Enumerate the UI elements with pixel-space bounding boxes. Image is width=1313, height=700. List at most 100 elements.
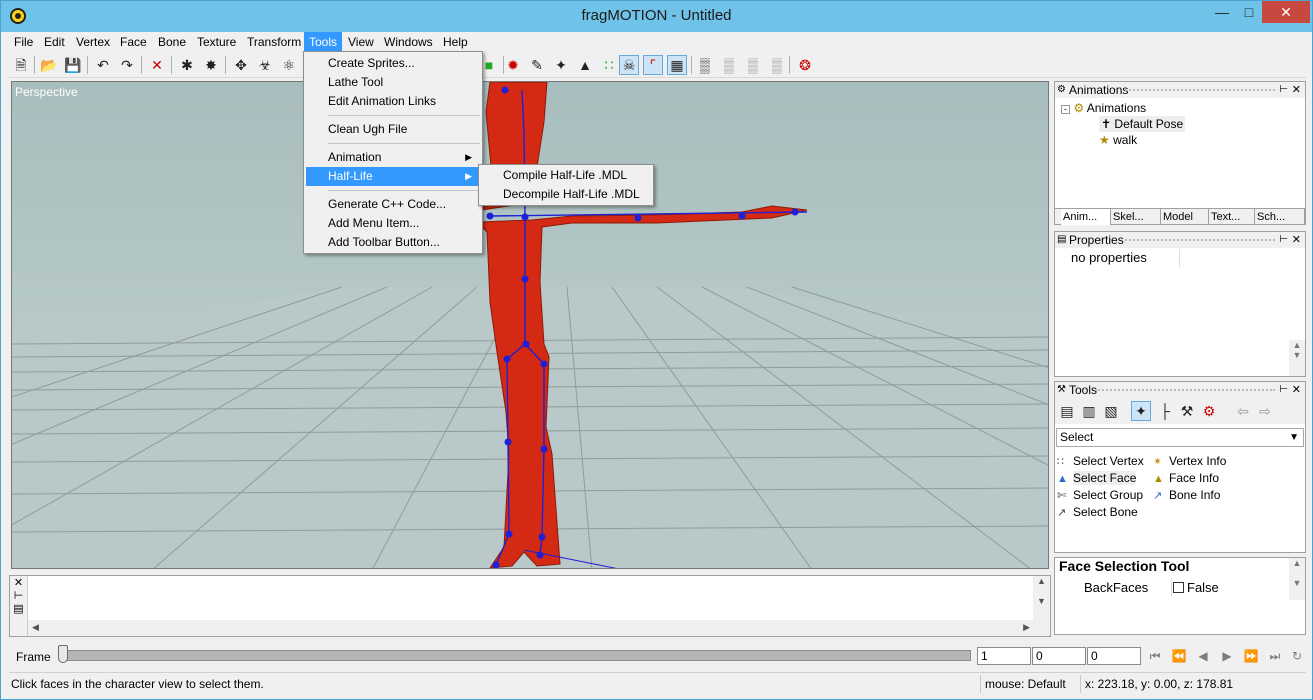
back-arrow-icon[interactable]: ⇦	[1233, 401, 1253, 421]
pin-icon[interactable]: ⊢	[1279, 232, 1288, 248]
bone-info-tool[interactable]: ↗ Bone Info	[1153, 487, 1220, 504]
forward-arrow-icon[interactable]: ⇨	[1255, 401, 1275, 421]
deselect-tool-icon[interactable]: ✸	[201, 55, 221, 75]
face-snap-icon[interactable]: ▲	[575, 55, 595, 75]
minimize-button[interactable]: —	[1208, 1, 1236, 23]
backfaces-checkbox[interactable]	[1173, 582, 1184, 593]
frame-current-field[interactable]: 1	[977, 647, 1031, 665]
go-to-end-icon[interactable]: ⏭	[1265, 647, 1285, 665]
menu-clean-ugh-file[interactable]: Clean Ugh File	[306, 120, 480, 139]
tab-model[interactable]: Model	[1161, 209, 1209, 225]
axis-toggle-icon[interactable]: ⌜	[643, 55, 663, 75]
panel-close-icon[interactable]: ✕	[1292, 382, 1301, 398]
menu-tools[interactable]: Tools	[304, 32, 343, 52]
mesh-icon[interactable]: ▒	[695, 55, 715, 75]
menu-transform[interactable]: Transform	[242, 32, 306, 52]
tab-texture[interactable]: Text...	[1209, 209, 1255, 225]
menu-texture[interactable]: Texture	[192, 32, 241, 52]
menu-half-life[interactable]: Half-Life ▶	[306, 167, 480, 186]
menu-vertex[interactable]: Vertex	[71, 32, 115, 52]
select-face-tool[interactable]: ▲ Select Face	[1057, 470, 1137, 487]
tool-category-icon-1[interactable]: ▤	[1057, 401, 1077, 421]
menu-animation[interactable]: Animation ▶	[306, 148, 480, 167]
rewind-icon[interactable]: ⏪	[1169, 647, 1189, 665]
log-close-icon[interactable]: ✕	[10, 576, 27, 589]
close-button[interactable]: ✕	[1262, 1, 1310, 23]
tree-item-default-pose[interactable]: ✝ Default Pose	[1099, 116, 1186, 132]
menu-add-menu-item[interactable]: Add Menu Item...	[306, 214, 480, 233]
mesh-icon-2[interactable]: ▒	[719, 55, 739, 75]
vertex-snap-icon[interactable]: ✦	[551, 55, 571, 75]
save-icon[interactable]: 💾	[63, 55, 83, 75]
scroll-left-icon[interactable]: ◀	[32, 622, 39, 633]
render-icon[interactable]: ❂	[795, 55, 815, 75]
menu-generate-cpp-code[interactable]: Generate C++ Code...	[306, 195, 480, 214]
menu-compile-half-life-mdl[interactable]: Compile Half-Life .MDL	[481, 166, 651, 185]
scroll-right-icon[interactable]: ▶	[1023, 622, 1030, 633]
tool-category-icon-2[interactable]: ▥	[1079, 401, 1099, 421]
tab-schematic[interactable]: Sch...	[1255, 209, 1305, 225]
perspective-viewport[interactable]: Perspective	[11, 81, 1049, 569]
texture-edit-icon[interactable]: ✎	[527, 55, 547, 75]
vertex-info-tool[interactable]: ✴ Vertex Info	[1153, 453, 1226, 470]
menu-decompile-half-life-mdl[interactable]: Decompile Half-Life .MDL	[481, 185, 651, 204]
target-icon[interactable]: ✹	[503, 55, 523, 75]
tree-root-animations[interactable]: - ⚙ Animations	[1061, 100, 1146, 116]
menu-add-toolbar-button[interactable]: Add Toolbar Button...	[306, 233, 480, 252]
select-group-tool[interactable]: ✄ Select Group	[1057, 487, 1143, 504]
redo-icon[interactable]: ↷	[117, 55, 137, 75]
menu-bone[interactable]: Bone	[153, 32, 191, 52]
menu-view[interactable]: View	[343, 32, 379, 52]
fast-forward-icon[interactable]: ⏩	[1241, 647, 1261, 665]
points-icon[interactable]: ∷	[599, 55, 619, 75]
frame-end-field[interactable]: 0	[1087, 647, 1141, 665]
loop-icon[interactable]: ↻	[1287, 647, 1307, 665]
tool-category-icon-3[interactable]: ▧	[1101, 401, 1121, 421]
pin-icon[interactable]: ⊢	[1279, 382, 1288, 398]
go-to-start-icon[interactable]: ⏮	[1145, 647, 1165, 665]
undo-icon[interactable]: ↶	[93, 55, 113, 75]
panel-grip[interactable]	[1125, 239, 1275, 241]
tab-skeleton[interactable]: Skel...	[1111, 209, 1161, 225]
output-log-panel[interactable]: ✕ ⊢ ▤ ▲ ▼ ◀ ▶	[9, 575, 1051, 637]
face-tool-scrollbar[interactable]: ▲ ▼	[1289, 558, 1305, 600]
panel-grip[interactable]	[1125, 89, 1275, 91]
frame-slider-track[interactable]	[59, 650, 971, 661]
chevron-down-icon[interactable]: ▼	[1289, 429, 1299, 446]
hierarchy-tools-icon[interactable]: ├	[1155, 401, 1175, 421]
collapse-icon[interactable]: -	[1061, 105, 1070, 114]
menu-face[interactable]: Face	[115, 32, 152, 52]
rotate-bone-icon[interactable]: ☣	[255, 55, 275, 75]
misc-tools-icon[interactable]: ⚙	[1199, 401, 1219, 421]
play-icon[interactable]: ▶	[1217, 647, 1237, 665]
tool-mode-select[interactable]: Select ▼	[1056, 428, 1304, 447]
build-tools-icon[interactable]: ⚒	[1177, 401, 1197, 421]
open-folder-icon[interactable]: 📂	[39, 55, 59, 75]
panel-close-icon[interactable]: ✕	[1292, 232, 1301, 248]
log-vertical-scrollbar[interactable]: ▲ ▼	[1033, 576, 1050, 620]
mesh-icon-3[interactable]: ▒	[743, 55, 763, 75]
tree-item-walk[interactable]: ★ walk	[1099, 132, 1137, 148]
menu-windows[interactable]: Windows	[379, 32, 438, 52]
log-dock-icon[interactable]: ▤	[10, 602, 27, 615]
tab-animations[interactable]: Anim...	[1061, 209, 1111, 225]
select-tools-icon[interactable]: ✦	[1131, 401, 1151, 421]
menu-lathe-tool[interactable]: Lathe Tool	[306, 73, 480, 92]
move-bone-icon[interactable]: ✥	[231, 55, 251, 75]
log-horizontal-scrollbar[interactable]: ◀ ▶	[28, 620, 1050, 636]
properties-scrollbar[interactable]: ▲ ▼	[1289, 340, 1305, 376]
grid-toggle-icon[interactable]: ▦	[667, 55, 687, 75]
scale-bone-icon[interactable]: ⚛	[279, 55, 299, 75]
select-vertex-tool-icon[interactable]: ✱	[177, 55, 197, 75]
panel-close-icon[interactable]: ✕	[1292, 82, 1301, 98]
skeleton-toggle-icon[interactable]: ☠	[619, 55, 639, 75]
menu-help[interactable]: Help	[438, 32, 473, 52]
menu-file[interactable]: File	[9, 32, 38, 52]
title-bar[interactable]: fragMOTION - Untitled — □ ✕	[1, 1, 1312, 32]
mesh-icon-4[interactable]: ▒	[767, 55, 787, 75]
menu-edit[interactable]: Edit	[39, 32, 70, 52]
select-vertex-tool[interactable]: ∷ Select Vertex	[1057, 453, 1144, 470]
menu-edit-animation-links[interactable]: Edit Animation Links	[306, 92, 480, 111]
frame-slider-thumb[interactable]	[58, 645, 68, 663]
menu-create-sprites[interactable]: Create Sprites...	[306, 54, 480, 73]
